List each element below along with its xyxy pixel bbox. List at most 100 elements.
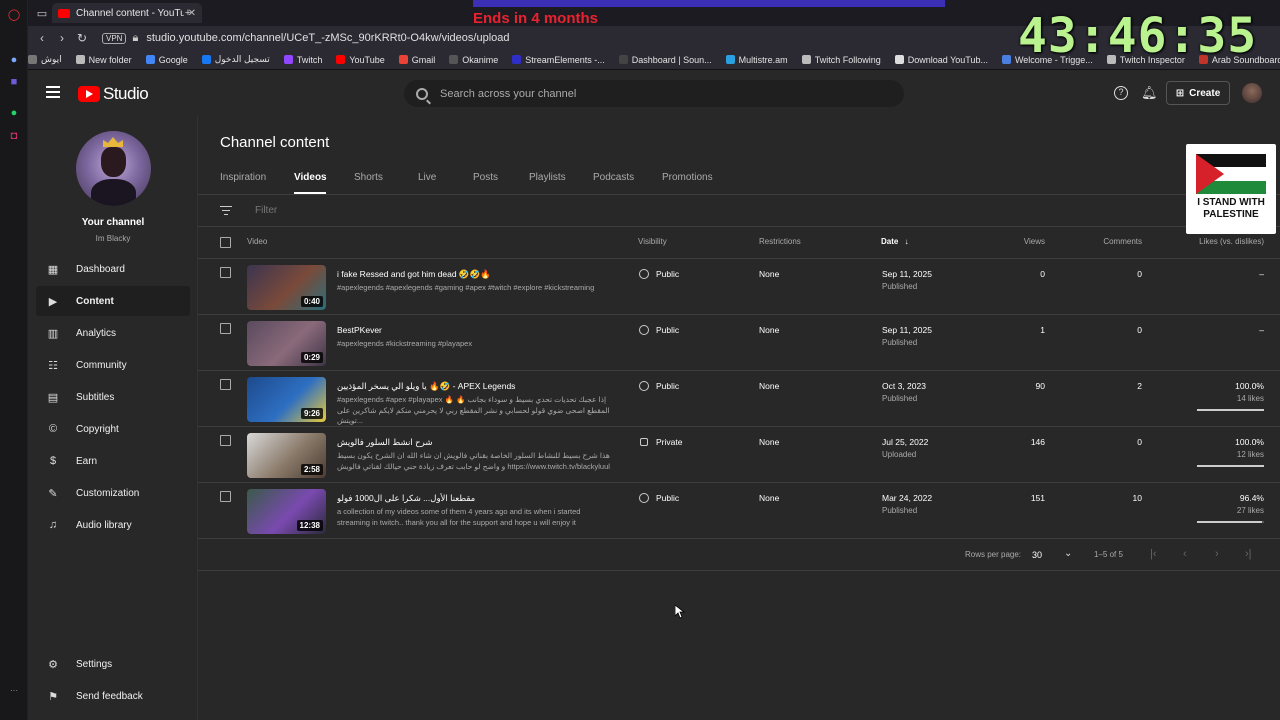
video-title[interactable]: شرح انشط السلور فالويش [337, 437, 607, 448]
tab-menu-icon[interactable]: ▭ [34, 5, 50, 21]
whatsapp-icon[interactable]: ● [6, 105, 22, 121]
forward-icon[interactable]: › [52, 31, 72, 45]
channel-avatar[interactable] [76, 131, 151, 206]
video-title[interactable]: i fake Ressed and got him dead 🤣🤣🔥 [337, 269, 607, 280]
tab-live[interactable]: Live [418, 172, 436, 183]
filter-input[interactable]: Filter [255, 205, 277, 216]
bookmark-item[interactable]: Dashboard | Soun... [618, 55, 712, 65]
copyright-icon: © [48, 423, 58, 435]
video-thumbnail[interactable]: 0:29 [247, 321, 326, 366]
page-title: Channel content [220, 134, 330, 151]
row-checkbox[interactable] [220, 435, 231, 446]
table-row[interactable]: 2:58 شرح انشط السلور فالويش هذا شرح بسيط ل… [198, 427, 1280, 483]
visibility-cell[interactable]: Private [639, 437, 682, 447]
sidebar-item-send-feedback[interactable]: ⚑ Send feedback [36, 681, 190, 711]
tab-promotions[interactable]: Promotions [662, 172, 713, 183]
bookmark-item[interactable]: Gmail [398, 55, 435, 65]
visibility-cell[interactable]: Public [639, 381, 679, 391]
url-field[interactable]: studio.youtube.com/channel/UCeT_-zMSc_90… [146, 32, 509, 44]
table-row[interactable]: 9:26 يا ويلو الي يسخر المؤذيين 🔥🤣 - APEX … [198, 371, 1280, 427]
row-checkbox[interactable] [220, 267, 231, 278]
bookmark-item[interactable]: Multistre.am [725, 55, 788, 65]
column-header-comments[interactable]: Comments [1103, 237, 1142, 246]
help-icon[interactable]: ? [1114, 86, 1128, 100]
sidebar-item-community[interactable]: ☷ Community [36, 350, 190, 380]
instagram-icon[interactable]: ◘ [6, 128, 22, 144]
new-tab-icon[interactable]: + [180, 5, 196, 21]
previous-page-icon[interactable]: ‹ [1183, 548, 1187, 560]
bookmark-label: Google [158, 54, 188, 65]
tab-videos[interactable]: Videos [294, 172, 327, 183]
bookmark-item[interactable]: Twitch [283, 55, 322, 65]
reload-icon[interactable]: ↻ [72, 31, 92, 45]
last-page-icon[interactable]: ›| [1245, 548, 1252, 560]
sidebar-item-content[interactable]: ▶ Content [36, 286, 190, 316]
row-checkbox[interactable] [220, 491, 231, 502]
sort-down-arrow-icon: ↓ [904, 237, 909, 246]
sidebar-item-customization[interactable]: ✎ Customization [36, 478, 190, 508]
tab-playlists[interactable]: Playlists [529, 172, 566, 183]
bookmark-item[interactable]: StreamElements -... [512, 55, 605, 65]
column-header-views[interactable]: Views [1024, 237, 1045, 246]
video-thumbnail[interactable]: 0:40 [247, 265, 326, 310]
messenger-icon[interactable]: ● [6, 52, 22, 68]
column-header-likes[interactable]: Likes (vs. dislikes) [1199, 237, 1264, 246]
sidebar-item-subtitles[interactable]: ▤ Subtitles [36, 382, 190, 412]
restrictions-cell: None [759, 381, 780, 391]
studio-logo[interactable]: Studio [78, 84, 149, 104]
table-row[interactable]: 0:29 BestPKever #apexlegends #kickstreamin… [198, 315, 1280, 371]
video-thumbnail[interactable]: 2:58 [247, 433, 326, 478]
aria-icon[interactable]: ■ [6, 74, 22, 90]
sidebar-item-settings[interactable]: ⚙ Settings [36, 649, 190, 679]
bookmark-item[interactable]: Google [145, 54, 188, 65]
column-header-date[interactable]: Date ↓ [881, 237, 909, 246]
account-avatar[interactable] [1242, 83, 1262, 103]
video-thumbnail[interactable]: 9:26 [247, 377, 326, 422]
tab-shorts[interactable]: Shorts [354, 172, 383, 183]
bookmark-item[interactable]: Okanime [449, 55, 498, 65]
bookmark-item[interactable]: Twitch Following [801, 55, 881, 65]
visibility-cell[interactable]: Public [639, 493, 679, 503]
create-button[interactable]: ⊞ Create [1166, 81, 1230, 105]
opera-logo-icon[interactable]: ◯ [6, 6, 22, 22]
rows-per-page-select[interactable]: 30 [1032, 550, 1042, 560]
search-input[interactable]: Search across your channel [404, 80, 904, 107]
visibility-cell[interactable]: Public [639, 269, 679, 279]
notifications-bell-icon[interactable]: 🔔︎ [1141, 85, 1158, 101]
back-icon[interactable]: ‹ [32, 31, 52, 45]
vpn-badge[interactable]: VPN [102, 32, 127, 44]
first-page-icon[interactable]: |‹ [1150, 548, 1157, 560]
row-checkbox[interactable] [220, 323, 231, 334]
visibility-cell[interactable]: Public [639, 325, 679, 335]
bookmark-item[interactable]: New folder [75, 55, 132, 65]
table-row[interactable]: 12:38 مقطعنا الأول... شكرا على ال1000 فول… [198, 483, 1280, 539]
bookmark-item[interactable]: YouTube [336, 55, 385, 65]
sidebar-item-earn[interactable]: $ Earn [36, 446, 190, 476]
next-page-icon[interactable]: › [1215, 548, 1219, 560]
filter-icon[interactable] [220, 206, 232, 216]
select-all-checkbox[interactable] [220, 237, 231, 248]
chevron-down-icon[interactable]: ⌄ [1064, 548, 1072, 559]
tab-podcasts[interactable]: Podcasts [593, 172, 634, 183]
video-title[interactable]: يا ويلو الي يسخر المؤذيين 🔥🤣 - APEX Lege… [337, 381, 607, 392]
tab-inspiration[interactable]: Inspiration [220, 172, 266, 183]
likes-count: 12 likes [1236, 450, 1264, 459]
sidebar-item-dashboard[interactable]: ▦ Dashboard [36, 254, 190, 284]
video-thumbnail[interactable]: 12:38 [247, 489, 326, 534]
table-row[interactable]: 0:40 i fake Ressed and got him dead 🤣🤣🔥 #a… [198, 259, 1280, 315]
lock-icon[interactable]: 🔒︎ [132, 32, 138, 45]
video-title[interactable]: BestPKever [337, 325, 607, 335]
column-header-restrictions[interactable]: Restrictions [759, 237, 801, 246]
menu-icon[interactable] [46, 86, 60, 98]
bookmark-item[interactable]: ايوش [28, 54, 62, 65]
sidebar-item-copyright[interactable]: © Copyright [36, 414, 190, 444]
sidebar-item-audio-library[interactable]: ♫ Audio library [36, 510, 190, 540]
tab-posts[interactable]: Posts [473, 172, 498, 183]
bookmark-item[interactable]: تسجيل الدخول [201, 54, 270, 65]
rail-more-icon[interactable]: ⋯ [6, 682, 22, 698]
sidebar-item-analytics[interactable]: ▥ Analytics [36, 318, 190, 348]
bookmark-item[interactable]: Download YouTub... [894, 55, 988, 65]
video-title[interactable]: مقطعنا الأول... شكرا على ال1000 فولو [337, 493, 607, 504]
column-header-visibility[interactable]: Visibility [638, 237, 667, 246]
row-checkbox[interactable] [220, 379, 231, 390]
